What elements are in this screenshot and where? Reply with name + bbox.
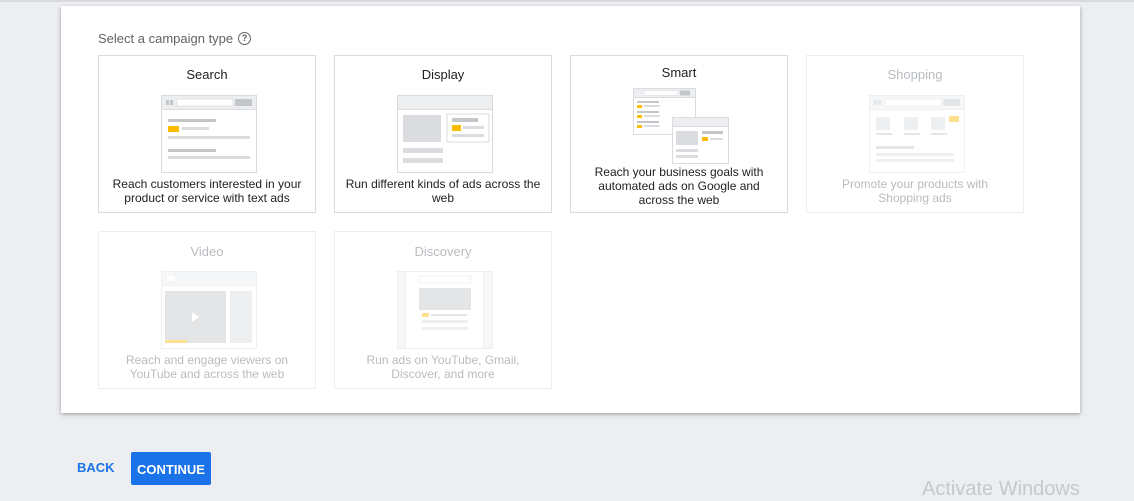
campaign-type-card-video: Video Reach and engage viewers on YouTub… bbox=[98, 231, 316, 389]
card-title: Discovery bbox=[414, 244, 472, 259]
campaign-type-card-discovery: Discovery Run ads on YouTube, Gmail, Dis… bbox=[334, 231, 552, 389]
top-divider bbox=[0, 0, 1134, 2]
campaign-type-prompt: Select a campaign type ? bbox=[98, 31, 252, 46]
shopping-ad-illustration-icon bbox=[869, 95, 965, 173]
back-button[interactable]: BACK bbox=[70, 452, 122, 484]
card-description: Run different kinds of ads across the we… bbox=[345, 177, 541, 205]
card-title: Search bbox=[186, 67, 228, 82]
card-title: Display bbox=[421, 67, 465, 82]
card-description: Reach and engage viewers on YouTube and … bbox=[125, 353, 289, 381]
card-title: Video bbox=[190, 244, 224, 259]
card-title: Smart bbox=[661, 65, 697, 80]
card-description: Reach customers interested in your produ… bbox=[112, 177, 302, 205]
card-description: Reach your business goals with automated… bbox=[594, 165, 764, 207]
campaign-type-panel: Select a campaign type ? Search Reach cu… bbox=[61, 6, 1080, 413]
prompt-label: Select a campaign type bbox=[98, 31, 234, 46]
card-description: Promote your products with Shopping ads bbox=[841, 177, 989, 205]
campaign-type-card-display[interactable]: Display Run different kinds of ads acros… bbox=[334, 55, 552, 213]
campaign-type-card-shopping: Shopping Promote your products with Shop… bbox=[806, 55, 1024, 213]
video-ad-illustration-icon bbox=[161, 271, 257, 349]
campaign-type-card-smart[interactable]: Smart Reach your business goals with aut… bbox=[570, 55, 788, 213]
display-ad-illustration-icon bbox=[397, 95, 493, 173]
smart-ad-illustration-icon bbox=[633, 88, 729, 164]
campaign-type-card-search[interactable]: Search Reach customers interested in you… bbox=[98, 55, 316, 213]
search-ad-illustration-icon bbox=[161, 95, 257, 173]
windows-activation-watermark: Activate Windows bbox=[922, 478, 1080, 500]
help-circle-icon[interactable]: ? bbox=[238, 32, 252, 45]
continue-button[interactable]: CONTINUE bbox=[131, 452, 211, 485]
discovery-ad-illustration-icon bbox=[397, 271, 493, 349]
card-title: Shopping bbox=[887, 67, 943, 82]
card-description: Run ads on YouTube, Gmail, Discover, and… bbox=[366, 353, 520, 381]
